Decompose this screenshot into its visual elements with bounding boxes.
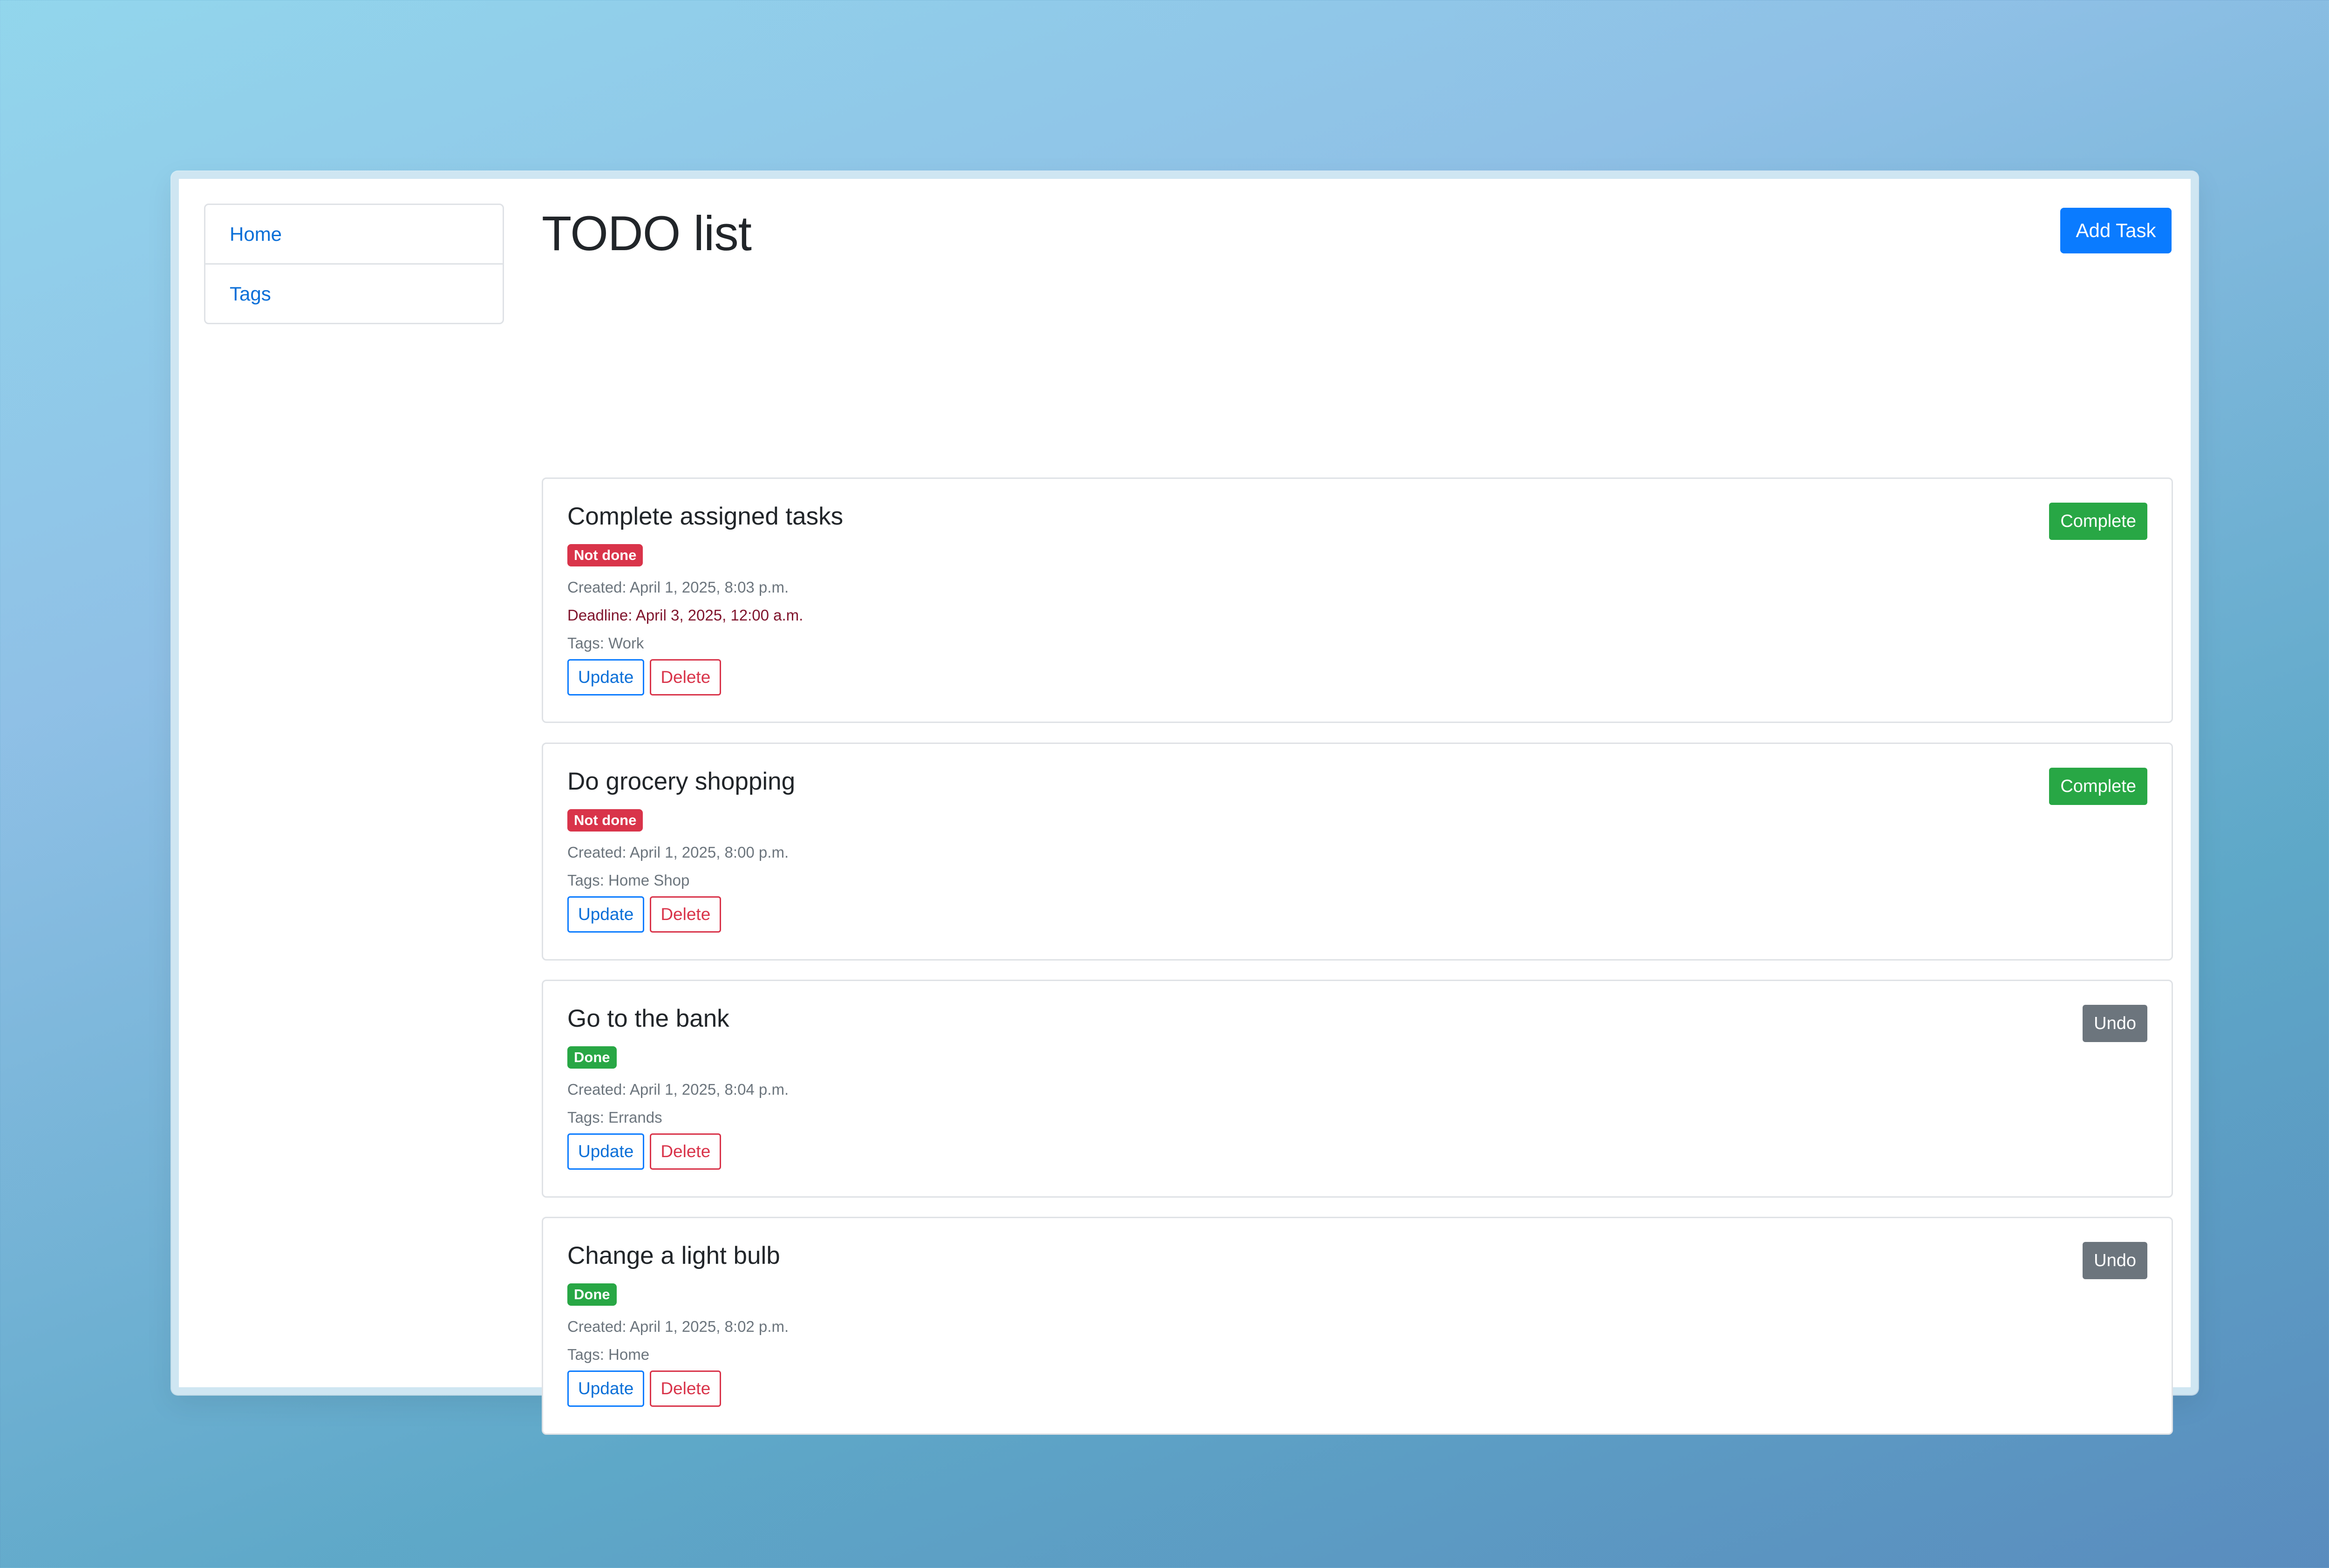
status-badge: Not done [567,809,643,832]
undo-button[interactable]: Undo [2083,1005,2147,1042]
status-badge: Not done [567,544,643,566]
task-title: Change a light bulb [567,1242,780,1269]
task-actions: Update Delete [567,896,722,933]
task-actions: Update Delete [567,1370,722,1407]
delete-button[interactable]: Delete [650,1370,722,1407]
task-tags: Tags: Work [567,634,644,652]
page-title: TODO list [542,206,752,261]
created-date: Created: April 1, 2025, 8:03 p.m. [567,579,789,596]
sidebar-item-tags[interactable]: Tags [205,263,503,323]
task-actions: Update Delete [567,1133,722,1170]
update-button[interactable]: Update [567,1133,645,1170]
status-badge: Done [567,1046,617,1069]
deadline-date: Deadline: April 3, 2025, 12:00 a.m. [567,607,804,624]
add-task-button[interactable]: Add Task [2060,208,2172,253]
created-date: Created: April 1, 2025, 8:04 p.m. [567,1081,789,1098]
created-date: Created: April 1, 2025, 8:00 p.m. [567,844,789,861]
complete-button[interactable]: Complete [2049,768,2147,805]
update-button[interactable]: Update [567,659,645,695]
task-title: Complete assigned tasks [567,503,844,530]
task-actions: Update Delete [567,659,722,695]
task-tags: Tags: Home Shop [567,872,690,889]
delete-button[interactable]: Delete [650,659,722,695]
update-button[interactable]: Update [567,1370,645,1407]
task-card: Change a light bulb Done Created: April … [542,1217,2173,1435]
task-card: Go to the bank Done Created: April 1, 20… [542,980,2173,1198]
created-date: Created: April 1, 2025, 8:02 p.m. [567,1318,789,1335]
task-tags: Tags: Errands [567,1109,662,1126]
undo-button[interactable]: Undo [2083,1242,2147,1279]
delete-button[interactable]: Delete [650,1133,722,1170]
sidebar-item-home[interactable]: Home [205,205,503,263]
task-title: Go to the bank [567,1005,729,1032]
sidebar-nav: Home Tags [204,204,504,324]
update-button[interactable]: Update [567,896,645,933]
task-card: Complete assigned tasks Not done Created… [542,477,2173,723]
task-card: Do grocery shopping Not done Created: Ap… [542,743,2173,961]
delete-button[interactable]: Delete [650,896,722,933]
app-window: Home Tags TODO list Add Task Complete as… [171,171,2198,1435]
complete-button[interactable]: Complete [2049,503,2147,540]
status-badge: Done [567,1283,617,1306]
task-tags: Tags: Home [567,1346,650,1363]
task-title: Do grocery shopping [567,768,796,795]
